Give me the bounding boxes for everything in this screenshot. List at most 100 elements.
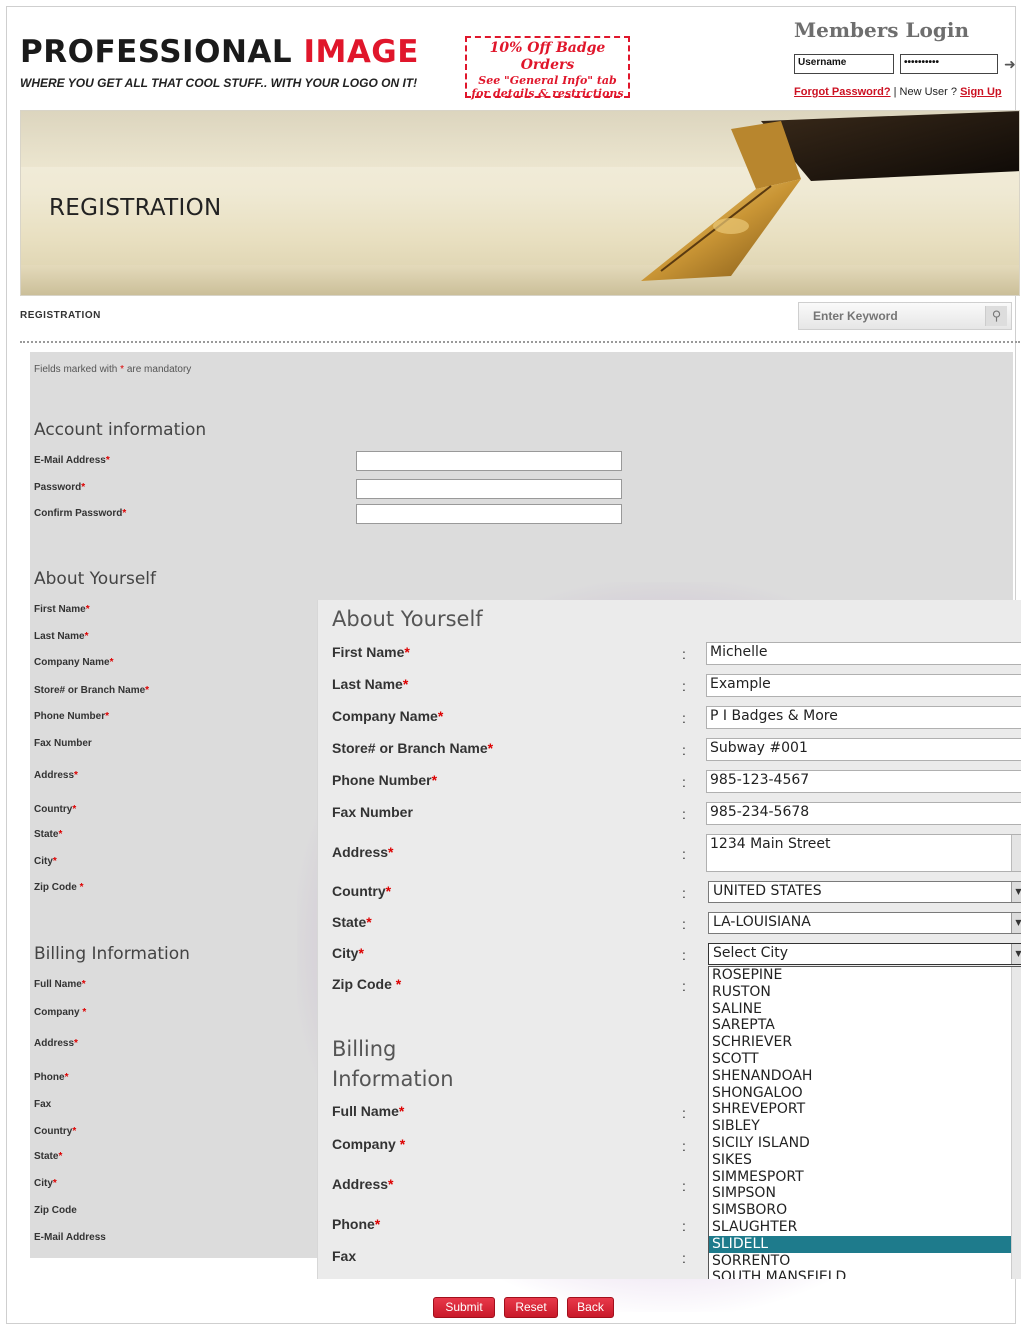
username-input[interactable]: Username xyxy=(794,54,894,74)
required-star: * xyxy=(385,883,392,899)
city-option[interactable]: SCHRIEVER xyxy=(709,1034,1021,1051)
login-arrow-icon[interactable]: ➜ xyxy=(1004,56,1016,73)
state-select[interactable]: LA-LOUISIANA ▼ xyxy=(708,912,1021,934)
mandatory-note-suffix: are mandatory xyxy=(124,364,192,375)
city-option[interactable]: ROSEPINE xyxy=(709,967,1021,984)
city-list-scrollbar[interactable] xyxy=(1011,967,1021,1279)
city-option[interactable]: SHENANDOAH xyxy=(709,1068,1021,1085)
city-option[interactable]: SLIDELL xyxy=(709,1235,1021,1253)
bg-label-billing-zip-text: Zip Code xyxy=(34,1205,77,1216)
bg-label-billing-country: Country* xyxy=(34,1126,77,1137)
about-yourself-heading: About Yourself xyxy=(332,607,483,631)
bg-label-state-text: State xyxy=(34,829,59,840)
phone-number-field[interactable]: 985-123-4567 xyxy=(706,770,1021,793)
bg-label-company-name: Company Name* xyxy=(34,657,114,668)
label-zip-code: Zip Code * xyxy=(332,976,401,992)
address-scrollbar[interactable] xyxy=(1011,835,1021,871)
colon: : xyxy=(682,678,686,694)
billing-heading-line-2: Information xyxy=(332,1067,454,1091)
city-option[interactable]: SIBLEY xyxy=(709,1118,1021,1135)
site-logo[interactable]: PROFESSIONAL IMAGE xyxy=(20,34,419,70)
bg-label-billing-fax: Fax xyxy=(34,1099,51,1110)
state-selected-value: LA-LOUISIANA xyxy=(713,914,811,930)
members-login-title: Members Login xyxy=(794,18,970,42)
bg-label-billing-full-name: Full Name* xyxy=(34,979,86,990)
label-country: Country* xyxy=(332,883,391,899)
colon: : xyxy=(682,885,686,901)
bg-label-billing-state: State* xyxy=(34,1151,63,1162)
colon: : xyxy=(682,916,686,932)
forgot-password-link[interactable]: Forgot Password? xyxy=(794,86,891,98)
label-billing-fax: Fax xyxy=(332,1248,356,1264)
submit-button[interactable]: Submit xyxy=(433,1297,495,1318)
city-option[interactable]: SIMSBORO xyxy=(709,1202,1021,1219)
city-option[interactable]: SCOTT xyxy=(709,1051,1021,1068)
keyword-search-input[interactable] xyxy=(799,303,983,329)
bg-label-country-text: Country xyxy=(34,804,73,815)
city-option[interactable]: SIMMESPORT xyxy=(709,1169,1021,1186)
label-phone-number-text: Phone Number xyxy=(332,772,432,788)
email-field[interactable] xyxy=(356,451,622,471)
city-option[interactable]: SORRENTO xyxy=(709,1253,1021,1270)
logo-word-image: IMAGE xyxy=(303,34,419,70)
label-billing-full-name: Full Name* xyxy=(332,1103,404,1119)
confirm-password-field[interactable] xyxy=(356,504,622,524)
required-star: * xyxy=(388,1176,394,1192)
colon: : xyxy=(682,1138,686,1154)
city-option[interactable]: SLAUGHTER xyxy=(709,1219,1021,1236)
city-option[interactable]: SALINE xyxy=(709,1001,1021,1018)
label-fax-number: Fax Number xyxy=(332,804,413,820)
city-selected-value: Select City xyxy=(713,945,789,961)
last-name-field[interactable]: Example xyxy=(706,674,1021,697)
required-star: * xyxy=(437,708,444,724)
back-button[interactable]: Back xyxy=(567,1297,614,1318)
chevron-down-icon[interactable]: ▼ xyxy=(1011,882,1021,902)
billing-heading-bg: Billing Information xyxy=(34,944,190,964)
bg-label-billing-address: Address* xyxy=(34,1038,78,1049)
company-name-field[interactable]: P I Badges & More xyxy=(706,706,1021,729)
chevron-down-icon[interactable]: ▼ xyxy=(1011,944,1021,964)
confirm-password-label: Confirm Password* xyxy=(34,508,127,519)
bg-label-last-name: Last Name* xyxy=(34,631,89,642)
search-icon[interactable]: ⚲ xyxy=(985,306,1007,326)
city-option[interactable]: SAREPTA xyxy=(709,1017,1021,1034)
city-option[interactable]: SHREVEPORT xyxy=(709,1101,1021,1118)
password-field[interactable] xyxy=(356,479,622,499)
colon: : xyxy=(682,646,686,662)
city-option[interactable]: SHONGALOO xyxy=(709,1085,1021,1102)
bg-label-billing-email-text: E-Mail Address xyxy=(34,1232,106,1243)
dotted-divider xyxy=(20,341,1020,343)
bg-label-fax-text: Fax Number xyxy=(34,738,92,749)
sign-up-link[interactable]: Sign Up xyxy=(960,86,1002,98)
promo-banner[interactable]: 10% Off Badge Orders See "General Info" … xyxy=(465,36,630,100)
city-option[interactable]: SIKES xyxy=(709,1152,1021,1169)
store-branch-field[interactable]: Subway #001 xyxy=(706,738,1021,761)
city-option[interactable]: SICILY ISLAND xyxy=(709,1135,1021,1152)
label-billing-phone-text: Phone xyxy=(332,1216,375,1232)
bg-label-billing-city: City* xyxy=(34,1178,57,1189)
bg-label-billing-state-text: State xyxy=(34,1151,59,1162)
colon: : xyxy=(682,1218,686,1234)
password-input[interactable]: •••••••••• xyxy=(900,54,998,74)
label-company-name-text: Company Name xyxy=(332,708,438,724)
colon: : xyxy=(682,1105,686,1121)
registration-banner: REGISTRATION xyxy=(20,110,1020,296)
label-address-text: Address xyxy=(332,844,389,860)
chevron-down-icon[interactable]: ▼ xyxy=(1011,913,1021,933)
city-select[interactable]: Select City ▼ xyxy=(708,943,1021,965)
logo-tagline: WHERE YOU GET ALL THAT COOL STUFF.. WITH… xyxy=(20,76,418,90)
label-billing-address-text: Address xyxy=(332,1176,389,1192)
city-dropdown-list[interactable]: ROSEPINE RUSTON SALINE SAREPTA SCHRIEVER SCOT… xyxy=(708,966,1021,1279)
reset-button[interactable]: Reset xyxy=(504,1297,558,1318)
promo-line-2: See "General Info" tab xyxy=(478,73,617,87)
fax-number-field[interactable]: 985-234-5678 xyxy=(706,802,1021,825)
first-name-field[interactable]: Michelle xyxy=(706,642,1021,665)
city-option[interactable]: SOUTH MANSFIELD xyxy=(709,1269,1021,1279)
address-textarea[interactable]: 1234 Main Street xyxy=(706,834,1021,872)
label-billing-company-text: Company xyxy=(332,1136,400,1152)
bg-label-address: Address* xyxy=(34,770,78,781)
bg-label-billing-country-text: Country xyxy=(34,1126,73,1137)
country-select[interactable]: UNITED STATES ▼ xyxy=(708,881,1021,903)
city-option[interactable]: SIMPSON xyxy=(709,1185,1021,1202)
city-option[interactable]: RUSTON xyxy=(709,984,1021,1001)
